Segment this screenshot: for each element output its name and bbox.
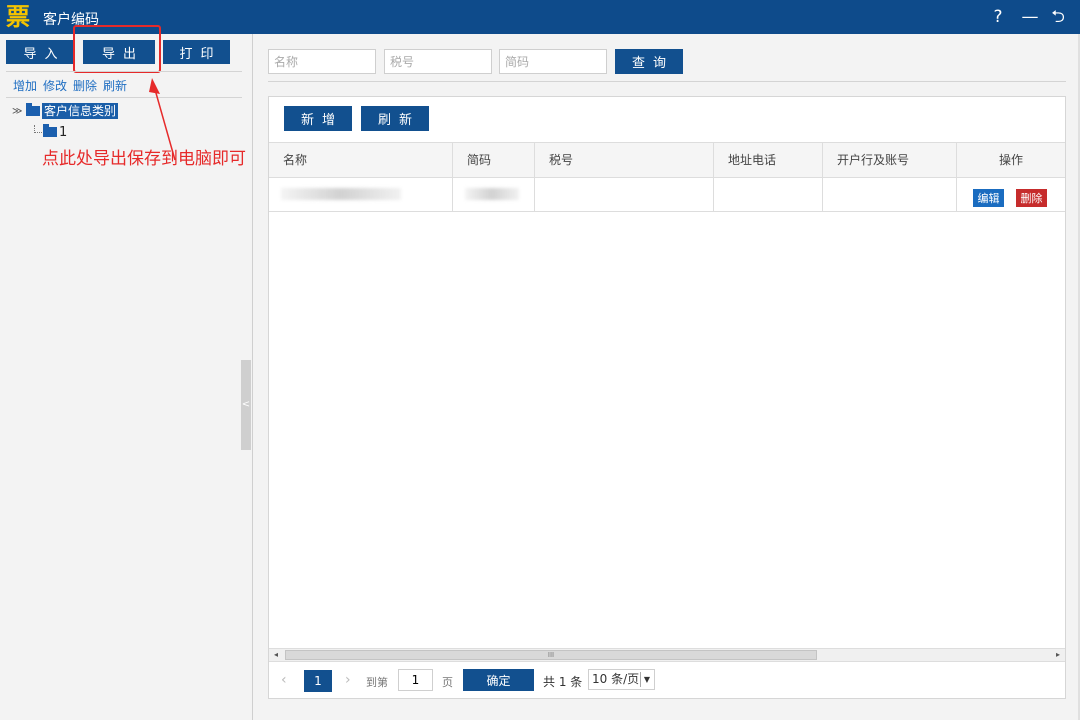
cell-name xyxy=(269,178,453,211)
app-logo: 票 xyxy=(6,2,30,31)
folder-icon xyxy=(43,124,57,137)
export-button[interactable]: 导出 xyxy=(83,40,155,64)
cell-abbr xyxy=(453,178,535,211)
divider xyxy=(6,97,242,98)
import-button[interactable]: 导入 xyxy=(6,40,75,64)
divider xyxy=(6,71,242,72)
table-row[interactable]: 编辑 删除 xyxy=(269,178,1065,212)
window-title: 客户编码 xyxy=(43,12,99,28)
back-icon[interactable]: ⮌ xyxy=(1046,5,1070,29)
scroll-right-icon[interactable]: ▸ xyxy=(1053,649,1063,661)
folder-icon xyxy=(26,103,40,116)
help-icon[interactable]: ? xyxy=(986,5,1010,29)
annotation-arrow xyxy=(149,78,176,161)
refresh-button[interactable]: 刷新 xyxy=(361,106,429,131)
print-button[interactable]: 打印 xyxy=(163,40,230,64)
horizontal-scrollbar[interactable]: ◂ III ▸ xyxy=(269,648,1065,661)
redacted-value xyxy=(281,188,401,200)
main-panel: 查询 新增 刷新 名称 简码 税号 地址电话 开户行及账号 操作 编辑 删除 xyxy=(254,34,1080,720)
column-header-address[interactable]: 地址电话 xyxy=(714,143,823,177)
refresh-category-link[interactable]: 刷新 xyxy=(103,79,127,93)
collapse-icon[interactable]: ≫ xyxy=(12,106,26,117)
tree-node-label[interactable]: 客户信息类别 xyxy=(42,103,119,119)
dropdown-arrow-icon[interactable]: ▼ xyxy=(640,672,653,687)
goto-page-input[interactable] xyxy=(398,669,433,691)
delete-row-button[interactable]: 删除 xyxy=(1016,189,1047,207)
cell-bank xyxy=(823,178,957,211)
tree-connector xyxy=(34,125,42,133)
minimize-icon[interactable]: — xyxy=(1018,5,1042,29)
cell-tax xyxy=(535,178,714,211)
pagination: ‹ 1 › 到第 页 确定 共 1 条 10 条/页 ▼ xyxy=(269,661,1065,698)
delete-category-link[interactable]: 删除 xyxy=(73,79,97,93)
tax-search-input[interactable] xyxy=(384,49,492,74)
tree-node-child[interactable]: 1 xyxy=(34,123,67,141)
total-count: 共 1 条 xyxy=(543,675,583,689)
column-header-tax[interactable]: 税号 xyxy=(535,143,714,177)
cell-address xyxy=(714,178,823,211)
divider xyxy=(268,81,1066,82)
name-search-input[interactable] xyxy=(268,49,376,74)
redacted-value xyxy=(465,188,519,200)
table-header: 名称 简码 税号 地址电话 开户行及账号 操作 xyxy=(269,142,1065,178)
abbr-search-input[interactable] xyxy=(499,49,607,74)
add-customer-button[interactable]: 新增 xyxy=(284,106,352,131)
column-header-actions: 操作 xyxy=(998,153,1023,167)
next-page-icon[interactable]: › xyxy=(345,672,351,688)
category-panel: 导入 导出 打印 增加 修改 删除 刷新 ≫ 客户信息类别 1 点此处导出保存到电脑即… xyxy=(0,25,253,720)
edit-row-button[interactable]: 编辑 xyxy=(973,189,1004,207)
tree-node-label[interactable]: 1 xyxy=(59,125,67,140)
column-header-bank[interactable]: 开户行及账号 xyxy=(823,143,957,177)
panel-collapse-handle[interactable]: < xyxy=(241,360,251,450)
page-size-value: 10 条/页 xyxy=(592,672,640,686)
edit-category-link[interactable]: 修改 xyxy=(43,79,67,93)
title-bar: 票 客户编码 ? — ⮌ xyxy=(0,0,1080,34)
scrollbar-thumb[interactable]: III xyxy=(285,650,817,660)
customer-grid-panel: 新增 刷新 名称 简码 税号 地址电话 开户行及账号 操作 编辑 删除 ◂ II… xyxy=(268,96,1066,699)
goto-label: 到第 xyxy=(366,676,388,689)
prev-page-icon[interactable]: ‹ xyxy=(281,672,287,688)
tree-node-root[interactable]: ≫ 客户信息类别 xyxy=(12,102,119,120)
category-actions: 增加 修改 删除 刷新 xyxy=(13,77,133,94)
column-header-abbr[interactable]: 简码 xyxy=(453,143,535,177)
page-unit-label: 页 xyxy=(442,676,453,689)
page-number-current[interactable]: 1 xyxy=(304,670,332,692)
add-category-link[interactable]: 增加 xyxy=(13,79,37,93)
scroll-left-icon[interactable]: ◂ xyxy=(271,649,281,661)
page-size-select[interactable]: 10 条/页 ▼ xyxy=(588,669,655,690)
confirm-goto-button[interactable]: 确定 xyxy=(463,669,534,691)
query-button[interactable]: 查询 xyxy=(615,49,683,74)
column-header-name[interactable]: 名称 xyxy=(269,143,453,177)
